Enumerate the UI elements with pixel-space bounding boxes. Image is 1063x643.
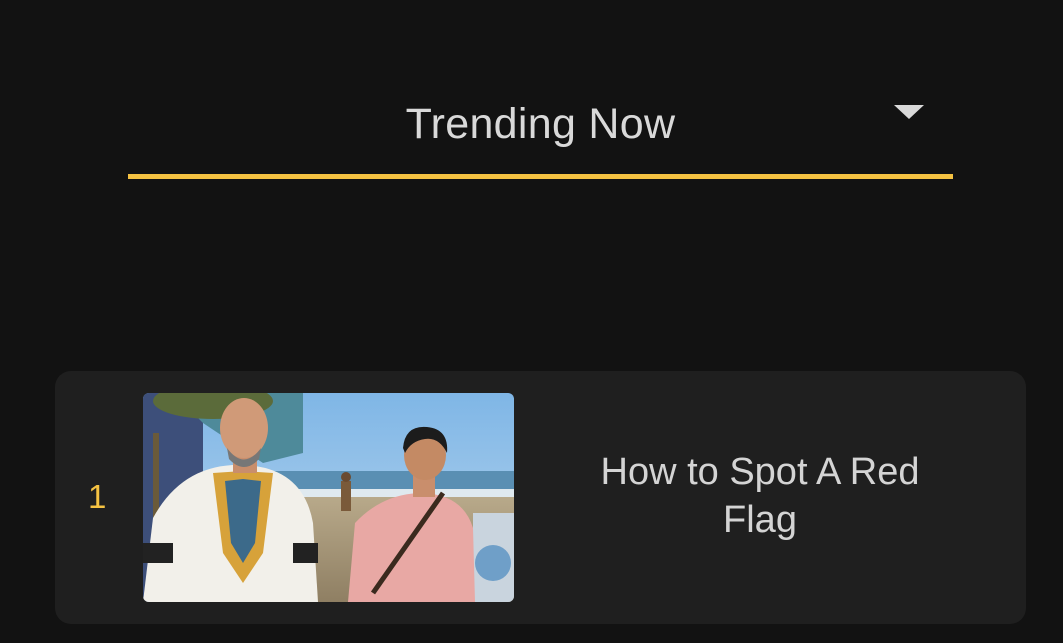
- dropdown-underline: [128, 174, 953, 179]
- thumbnail-image: [143, 393, 514, 602]
- dropdown-label: Trending Now: [405, 100, 676, 148]
- list-item[interactable]: 1 How to Spot A Red Flag: [55, 371, 1026, 624]
- category-dropdown[interactable]: Trending Now: [128, 88, 953, 180]
- movie-title: How to Spot A Red Flag: [600, 451, 920, 541]
- chevron-down-icon[interactable]: [894, 105, 924, 119]
- trending-screen: Trending Now 1 How to Spot A Red Flag: [0, 0, 1063, 643]
- rank-number: 1: [88, 478, 107, 515]
- movie-thumbnail[interactable]: [143, 393, 514, 602]
